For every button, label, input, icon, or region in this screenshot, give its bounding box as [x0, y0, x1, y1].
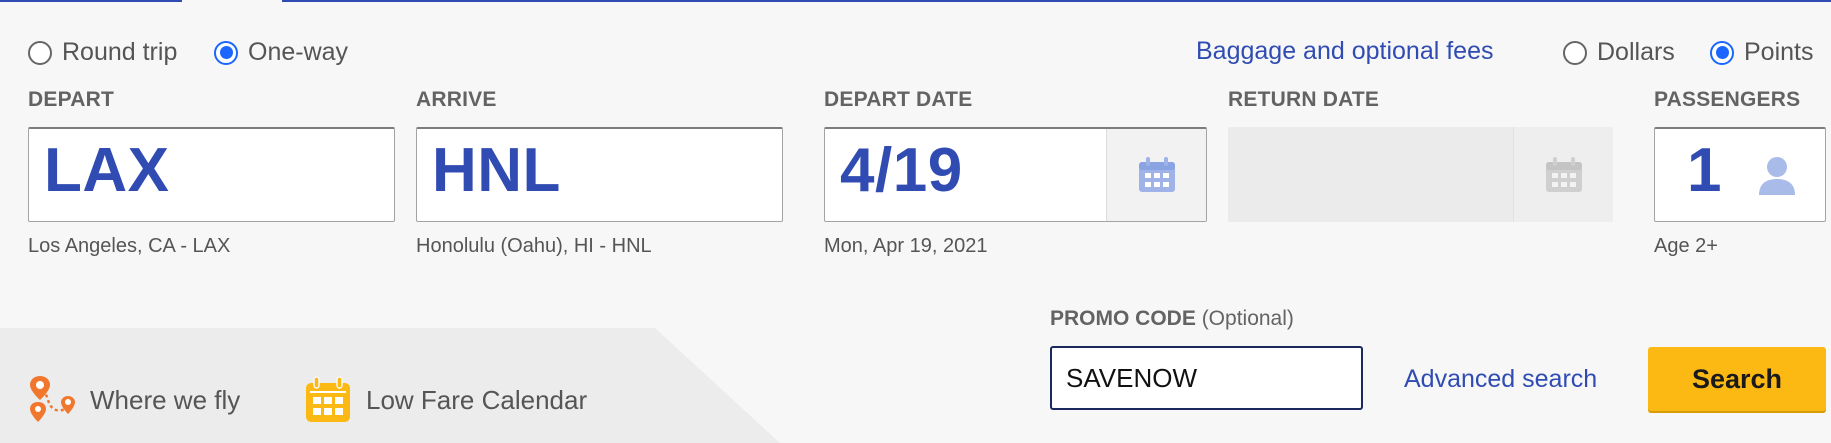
dollars-label: Dollars [1597, 38, 1675, 66]
arrive-airport-code: HNL [432, 136, 561, 205]
search-button[interactable]: Search [1648, 347, 1826, 411]
round-trip-radio[interactable]: Round trip [28, 38, 177, 67]
radio-circle[interactable] [214, 40, 238, 65]
return-date-calendar-button [1513, 127, 1613, 222]
radio-dot [219, 46, 233, 59]
radio-circle[interactable] [1563, 40, 1587, 65]
return-date-label: RETURN DATE [1228, 88, 1380, 111]
depart-date-field[interactable]: 4/19 [824, 127, 1207, 222]
arrive-airport-name: Honolulu (Oahu), HI - HNL [416, 235, 652, 257]
radio-dot [1715, 46, 1729, 59]
depart-airport-code: LAX [44, 136, 170, 205]
depart-field[interactable]: LAX [28, 127, 395, 222]
promo-code-input[interactable] [1050, 346, 1363, 410]
baggage-fees-link[interactable]: Baggage and optional fees [1196, 37, 1493, 66]
one-way-radio[interactable]: One-way [214, 38, 348, 67]
low-fare-calendar-link[interactable]: Low Fare Calendar [304, 376, 587, 424]
calendar-icon [1545, 156, 1582, 192]
promo-code-title: PROMO CODE [1050, 307, 1196, 330]
arrive-field[interactable]: HNL [416, 127, 783, 222]
top-accent-notch [182, 0, 282, 2]
depart-date-calendar-button[interactable] [1106, 129, 1206, 221]
route-pins-icon [30, 376, 75, 422]
promo-code-optional: (Optional) [1201, 307, 1294, 330]
promo-code-label: PROMO CODE (Optional) [1050, 307, 1294, 331]
points-label: Points [1744, 38, 1814, 66]
passengers-field[interactable]: 1 [1654, 127, 1826, 222]
calendar-icon [306, 376, 350, 422]
dollars-radio[interactable]: Dollars [1563, 38, 1675, 67]
points-radio[interactable]: Points [1710, 38, 1813, 67]
depart-date-full: Mon, Apr 19, 2021 [824, 235, 988, 257]
depart-date-label: DEPART DATE [824, 88, 973, 111]
person-icon [1759, 157, 1795, 195]
depart-date-value: 4/19 [840, 136, 963, 205]
advanced-search-link[interactable]: Advanced search [1404, 365, 1597, 394]
passengers-age-note: Age 2+ [1654, 235, 1718, 257]
low-fare-calendar-label: Low Fare Calendar [366, 384, 588, 415]
passengers-count: 1 [1687, 136, 1722, 205]
where-we-fly-label: Where we fly [90, 384, 241, 415]
return-date-field [1228, 127, 1613, 222]
depart-label: DEPART [28, 88, 114, 111]
passengers-label: PASSENGERS [1654, 88, 1801, 111]
radio-circle[interactable] [1710, 40, 1734, 65]
one-way-label: One-way [248, 38, 349, 66]
radio-circle[interactable] [28, 40, 52, 65]
calendar-icon [1138, 157, 1175, 192]
where-we-fly-link[interactable]: Where we fly [28, 376, 240, 424]
depart-airport-name: Los Angeles, CA - LAX [28, 235, 231, 257]
arrive-label: ARRIVE [416, 88, 497, 111]
round-trip-label: Round trip [62, 38, 178, 66]
